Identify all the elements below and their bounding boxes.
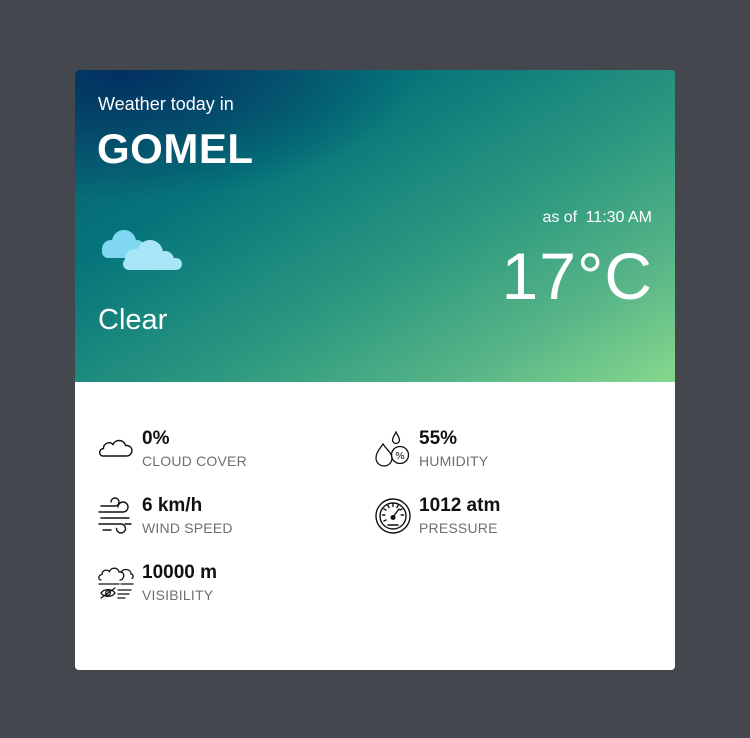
- stat-label: WIND SPEED: [142, 520, 233, 536]
- clouds-icon: [102, 230, 182, 270]
- stat-value: 0%: [142, 428, 170, 449]
- stat-value: 10000 m: [142, 562, 218, 583]
- city-name: GOMEL: [97, 125, 254, 172]
- location-caption: Weather today in: [98, 94, 234, 114]
- stat-visibility: 10000 m VISIBILITY: [97, 562, 357, 606]
- stat-pressure: 1012 atm PRESSURE: [374, 495, 634, 539]
- stat-value: 55%: [419, 428, 458, 449]
- updated-time: as of 11:30 AM: [542, 209, 652, 227]
- temperature: 17°C: [501, 239, 653, 313]
- stat-label: PRESSURE: [419, 520, 498, 536]
- cloud-outline-icon: [98, 439, 133, 457]
- visibility-icon: [98, 567, 134, 599]
- stat-label: CLOUD COVER: [142, 453, 247, 469]
- stat-cloud-cover: 0% CLOUD COVER: [97, 428, 357, 472]
- stat-humidity: % 55% HUMIDITY: [374, 428, 634, 472]
- weather-card: Weather today in GOMEL Clear as of 11:30…: [75, 70, 675, 670]
- time-value: 11:30 AM: [585, 209, 652, 226]
- svg-text:%: %: [395, 451, 405, 462]
- stat-wind-speed: 6 km/h WIND SPEED: [97, 495, 357, 539]
- stat-label: VISIBILITY: [142, 587, 214, 603]
- as-of-prefix: as of: [542, 209, 582, 226]
- weather-hero: Weather today in GOMEL Clear as of 11:30…: [75, 70, 675, 382]
- condition-text: Clear: [98, 304, 168, 336]
- stat-value: 1012 atm: [419, 495, 501, 516]
- stat-label: HUMIDITY: [419, 453, 489, 469]
- humidity-icon: %: [375, 430, 410, 467]
- weather-stats: 0% CLOUD COVER % 55% HUMIDITY 6 km/h WIN…: [75, 382, 675, 670]
- stat-value: 6 km/h: [142, 495, 203, 516]
- gauge-icon: [375, 498, 411, 534]
- wind-icon: [98, 497, 132, 534]
